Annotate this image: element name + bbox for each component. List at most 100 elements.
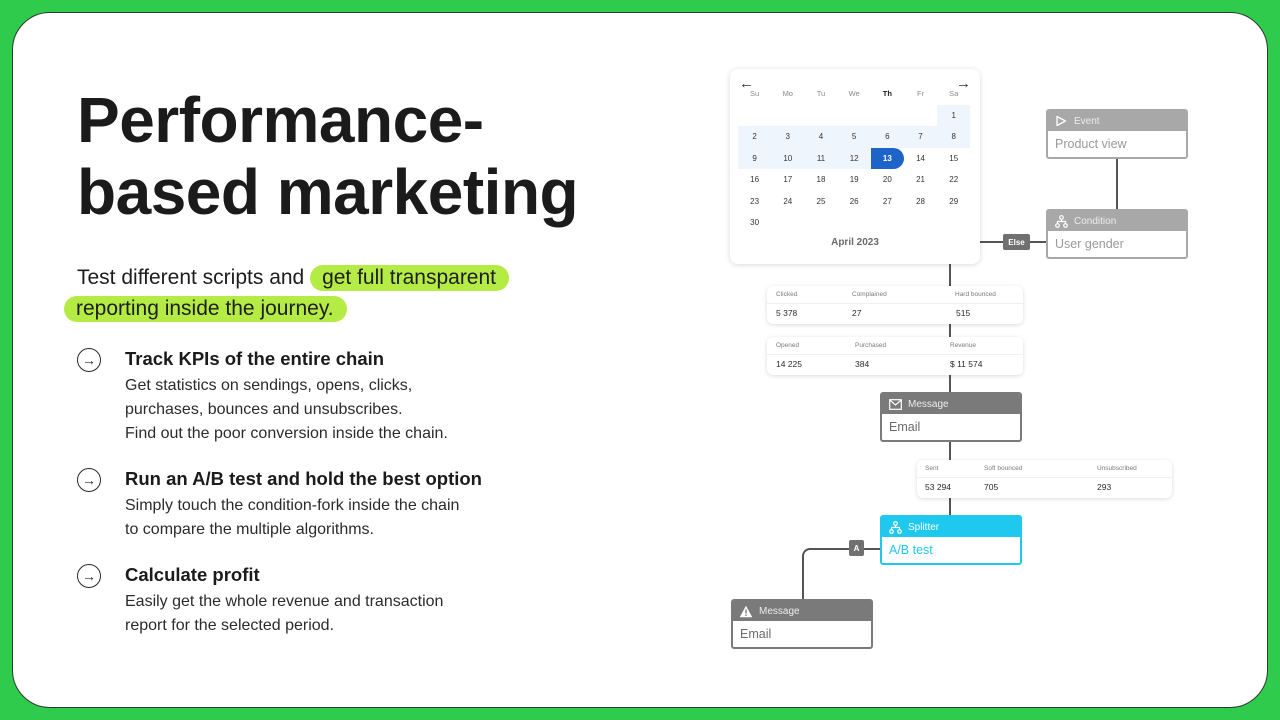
- arrow-right-circle-icon: →: [77, 564, 101, 588]
- calendar-day[interactable]: 11: [804, 147, 838, 169]
- calendar-day[interactable]: 24: [771, 191, 804, 213]
- feature-title: Track KPIs of the entire chain: [125, 348, 385, 369]
- feature-description: Get statistics on sendings, opens, click…: [125, 377, 448, 442]
- weekday-label: Su: [750, 89, 760, 99]
- calendar-day[interactable]: 15: [937, 148, 970, 170]
- stat-value: 384: [855, 359, 870, 369]
- feature-title: Run an A/B test and hold the best option: [125, 468, 482, 489]
- calendar-empty-cell: [871, 105, 904, 127]
- calendar-day[interactable]: 30: [738, 212, 771, 234]
- fork-icon: [888, 520, 902, 534]
- calendar-day[interactable]: 20: [871, 169, 904, 191]
- calendar-day[interactable]: 25: [804, 191, 837, 213]
- calendar-day[interactable]: 22: [937, 169, 970, 191]
- node-header: Message: [882, 394, 1020, 414]
- node-value: User gender: [1055, 237, 1124, 251]
- condition-node[interactable]: Condition User gender: [1046, 209, 1188, 259]
- message-email-node[interactable]: Message Email: [880, 392, 1022, 442]
- node-value: Email: [740, 627, 772, 641]
- calendar-day[interactable]: 7: [903, 126, 938, 148]
- stat-label: Sent: [925, 465, 939, 472]
- branch-a-tag: A: [849, 540, 864, 556]
- stat-label: Clicked: [776, 291, 798, 298]
- calendar-empty-cell: [904, 105, 937, 127]
- calendar-day[interactable]: 28: [904, 191, 937, 213]
- stat-divider: [767, 354, 1023, 355]
- calendar-day[interactable]: 3: [771, 126, 805, 148]
- calendar-day[interactable]: 19: [838, 169, 871, 191]
- stat-label: Purchased: [855, 342, 887, 349]
- message-warning-node[interactable]: Message Email: [731, 599, 873, 649]
- play-triangle-icon: [1054, 114, 1068, 128]
- else-tag: Else: [1003, 234, 1030, 250]
- node-type: Event: [1074, 115, 1100, 127]
- connector-splitter-a: [812, 548, 882, 550]
- calendar-day[interactable]: 16: [738, 169, 771, 191]
- stat-value: 515: [956, 308, 971, 318]
- calendar-day[interactable]: 2: [738, 126, 772, 148]
- weekday-label: Tu: [816, 89, 826, 99]
- stat-value: 27: [852, 308, 862, 318]
- calendar-empty-cell: [771, 105, 804, 127]
- stat-value: 14 225: [776, 359, 802, 369]
- calendar-day[interactable]: 21: [904, 169, 937, 191]
- calendar-day[interactable]: 5: [837, 126, 871, 148]
- calendar-day[interactable]: 1: [937, 104, 971, 126]
- intro-plain: Test different scripts and: [77, 266, 311, 289]
- node-header: Condition: [1048, 211, 1186, 231]
- calendar-day[interactable]: 9: [738, 147, 772, 169]
- calendar-day[interactable]: 10: [771, 147, 805, 169]
- calendar-day[interactable]: 29: [937, 191, 970, 213]
- stat-divider: [917, 477, 1172, 478]
- calendar-day[interactable]: 18: [804, 169, 837, 191]
- calendar-day[interactable]: 27: [871, 191, 904, 213]
- stat-value: 53 294: [925, 482, 951, 492]
- weekday-label: Mo: [782, 89, 793, 99]
- node-header: Event: [1048, 111, 1186, 131]
- stats-card-revenue: Opened Purchased Revenue 14 225 384 $ 11…: [767, 337, 1023, 375]
- calendar-day[interactable]: 12: [837, 147, 871, 169]
- calendar-empty-cell: [738, 105, 771, 127]
- calendar-day[interactable]: 14: [904, 148, 937, 170]
- calendar-day[interactable]: 4: [804, 126, 838, 148]
- connector-a-branch: [802, 558, 804, 600]
- intro-text: Test different scripts and get full tran…: [64, 262, 584, 324]
- weekday-label: We: [848, 89, 860, 99]
- calendar-day[interactable]: 6: [870, 126, 904, 148]
- calendar-day-selected[interactable]: 13: [870, 147, 904, 169]
- stat-label: Hard bounced: [955, 291, 996, 298]
- node-type: Condition: [1074, 215, 1117, 227]
- warning-icon: [739, 604, 753, 618]
- calendar-month-label: April 2023: [831, 237, 879, 248]
- calendar-day[interactable]: 26: [838, 191, 871, 213]
- node-value: Product view: [1055, 137, 1127, 151]
- arrow-right-circle-icon: →: [77, 348, 101, 372]
- stats-card-sent: Sent Soft bounced Unsubscribed 53 294 70…: [917, 460, 1172, 498]
- event-node[interactable]: Event Product view: [1046, 109, 1188, 159]
- node-value: Email: [889, 420, 921, 434]
- node-type: Message: [908, 398, 949, 410]
- calendar-grid: Su Mo Tu We Th Fr Sa 1 2 3 4 5 6 7 8 9 10 11 12 13 14 15 16 17 1…: [738, 83, 971, 234]
- calendar-day[interactable]: 8: [937, 126, 971, 148]
- calendar-empty-cell: [804, 105, 837, 127]
- stat-divider: [767, 303, 1023, 304]
- feature-description: Simply touch the condition-fork inside t…: [125, 497, 460, 538]
- node-type: Splitter: [908, 521, 940, 533]
- stats-card-clicks: Clicked Complained Hard bounced 5 378 27…: [767, 286, 1023, 324]
- calendar-empty-cell: [838, 105, 871, 127]
- node-type: Message: [759, 605, 800, 617]
- splitter-node[interactable]: Splitter A/B test: [880, 515, 1022, 565]
- stat-label: Soft bounced: [984, 465, 1023, 472]
- stat-label: Unsubscribed: [1097, 465, 1137, 472]
- stat-label: Opened: [776, 342, 800, 349]
- calendar-day[interactable]: 17: [771, 169, 804, 191]
- node-header: Splitter: [882, 517, 1020, 537]
- node-value: A/B test: [889, 543, 933, 557]
- calendar-day[interactable]: 23: [738, 191, 771, 213]
- connector-event-condition: [1116, 158, 1118, 210]
- feature-description: Easily get the whole revenue and transac…: [125, 593, 444, 634]
- stat-label: Revenue: [950, 342, 977, 349]
- weekday-label: Th: [882, 89, 892, 99]
- stat-label: Complained: [852, 291, 887, 298]
- stat-value: 5 378: [776, 308, 798, 318]
